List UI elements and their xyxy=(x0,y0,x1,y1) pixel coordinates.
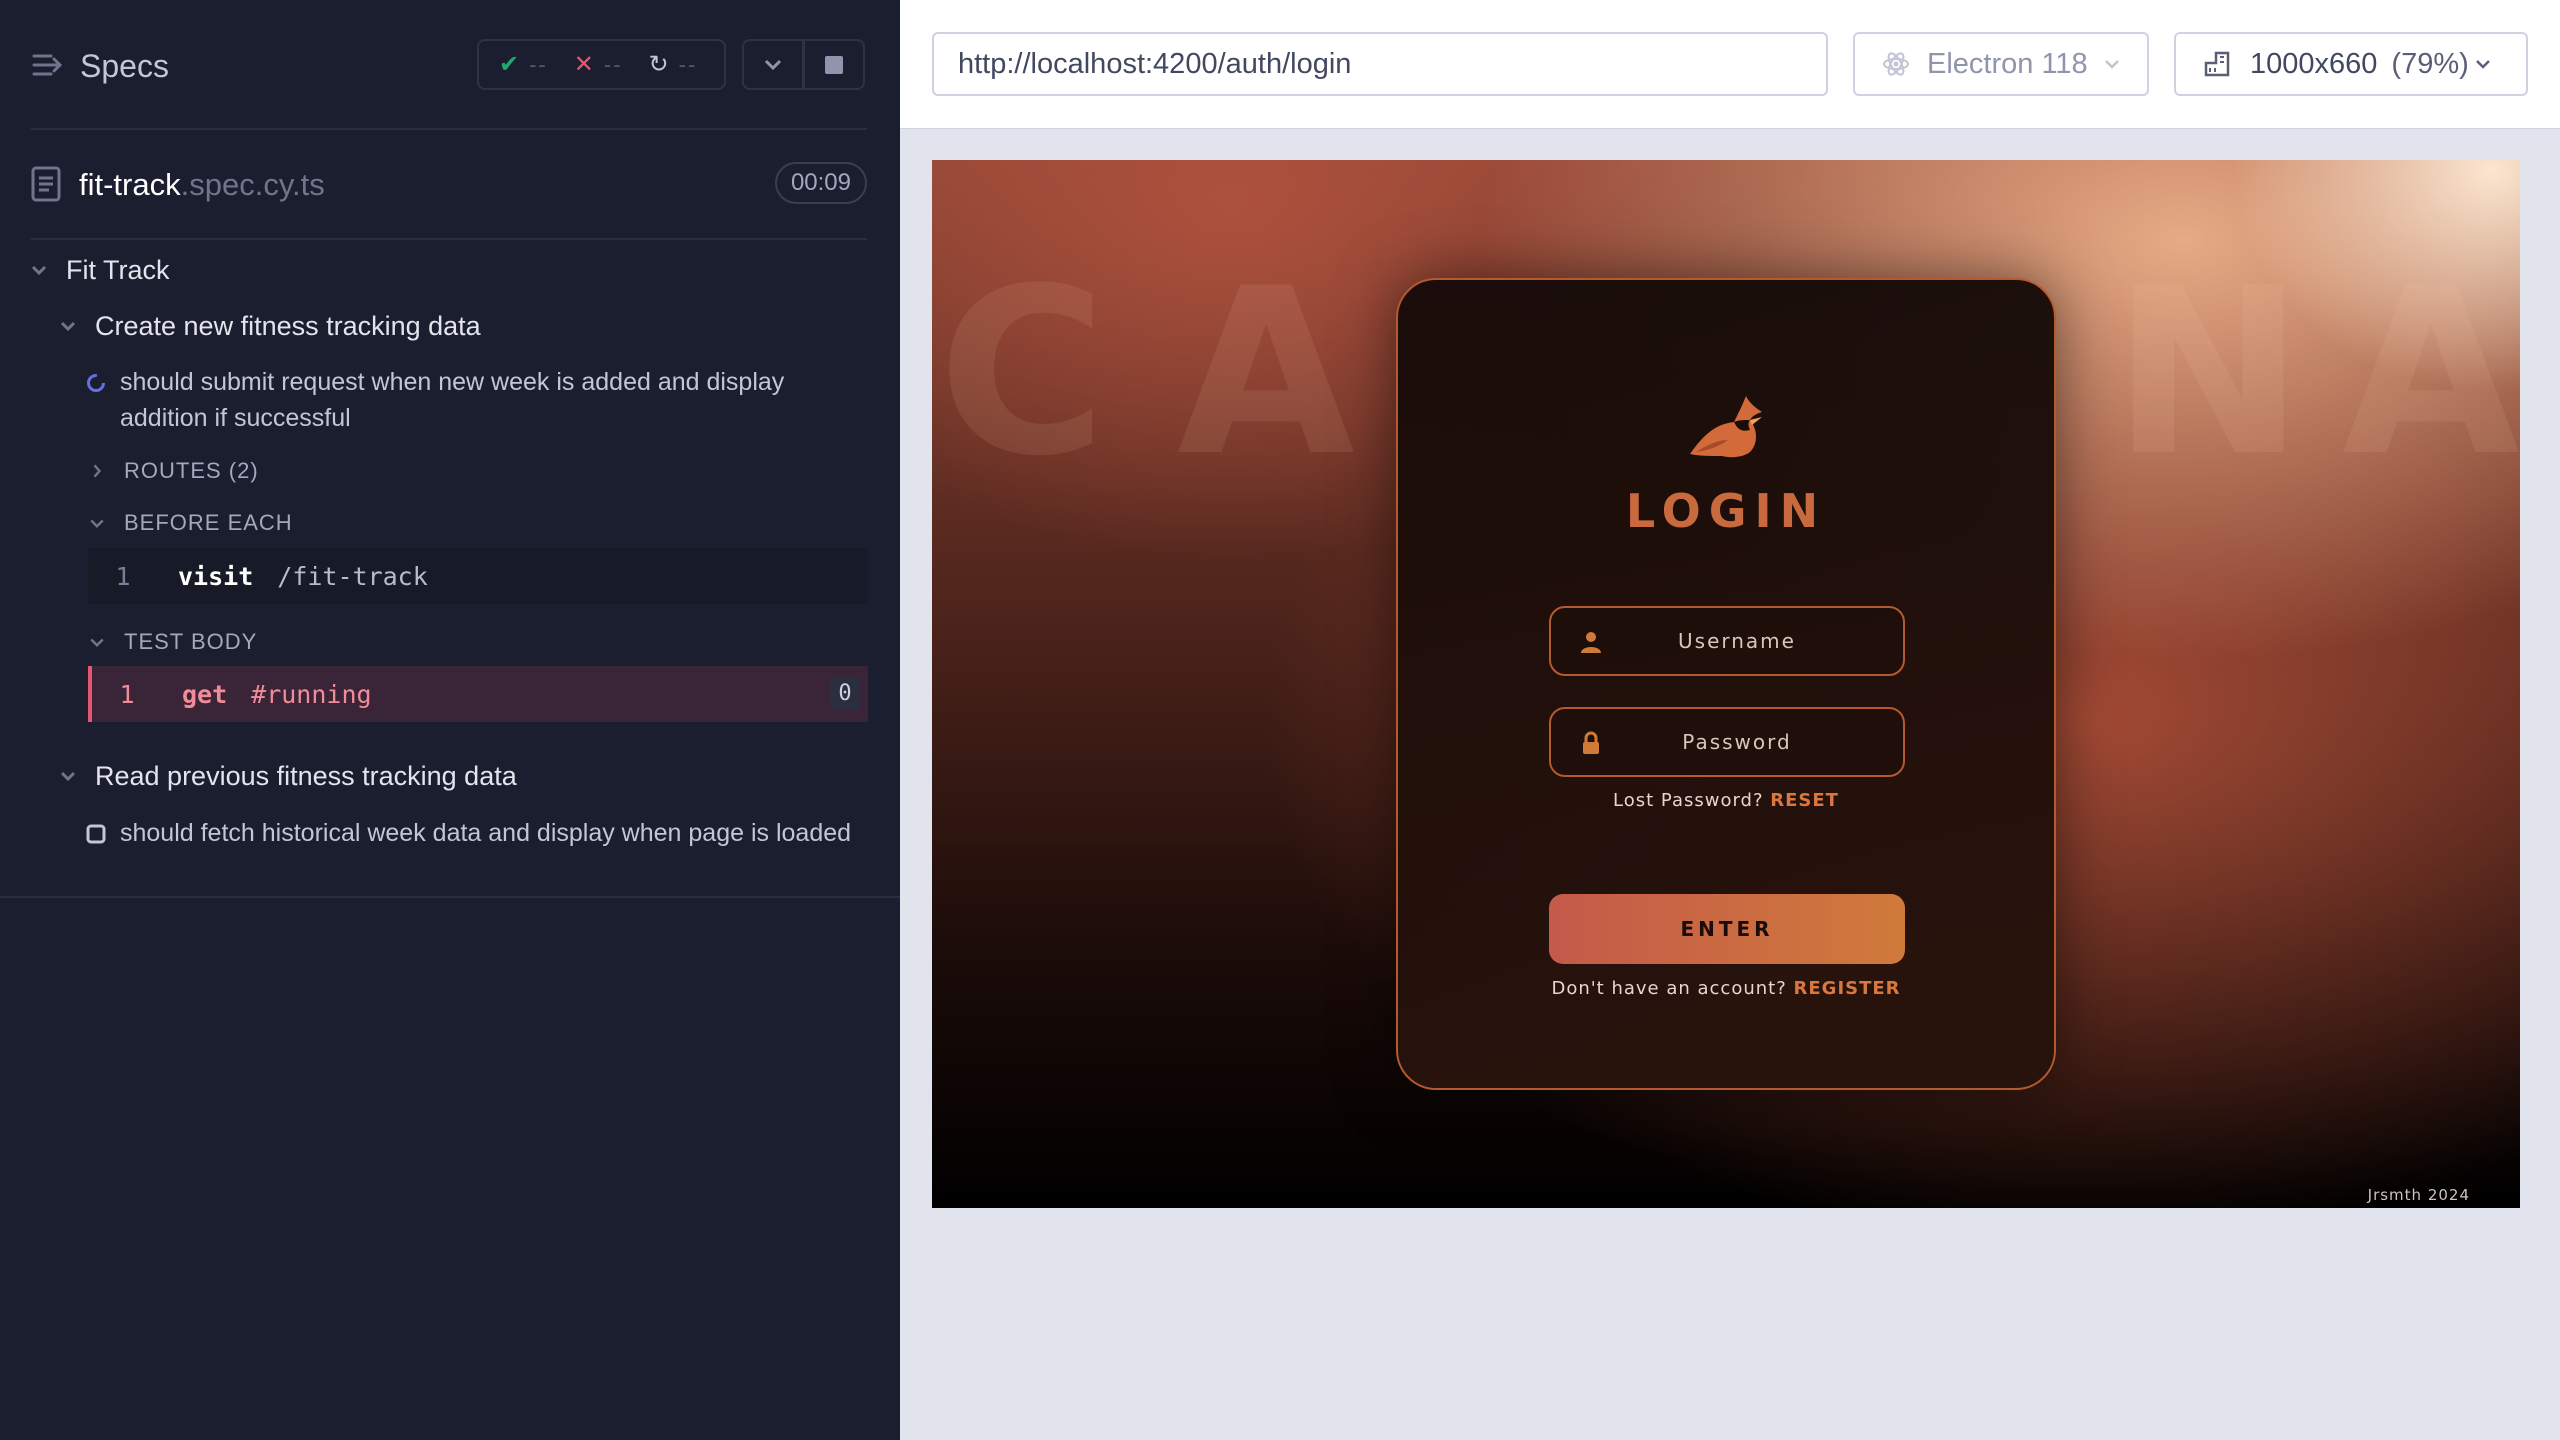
pending-count: -- xyxy=(678,51,698,77)
passed-count: -- xyxy=(529,51,548,77)
document-icon xyxy=(31,166,61,202)
electron-icon xyxy=(1883,52,1909,76)
login-card: LOGIN Lost Password? RESET ENTER xyxy=(1396,278,2056,1090)
password-input[interactable] xyxy=(1611,709,1863,775)
pending-stat: ↻ -- xyxy=(649,50,698,79)
viewport-size: 1000x660 xyxy=(2250,47,2378,80)
command-visit[interactable]: 1 visit /fit-track xyxy=(88,548,868,604)
command-name: visit xyxy=(178,561,254,591)
background-letter: N xyxy=(2112,240,2311,507)
command-number: 1 xyxy=(119,679,135,709)
footer-credit: Jrsmth 2024 xyxy=(2367,1186,2470,1204)
lock-icon xyxy=(1583,731,1599,754)
cardinal-logo-icon xyxy=(1690,396,1762,458)
chevron-down-icon xyxy=(31,265,47,276)
lost-password-line: Lost Password? RESET xyxy=(1398,790,2054,811)
routes-label: ROUTES (2) xyxy=(124,458,259,483)
x-icon: ✕ xyxy=(573,51,594,78)
register-line: Don't have an account? REGISTER xyxy=(1398,978,2054,999)
spec-file-base: fit-track xyxy=(79,167,181,202)
passed-stat: ✔ -- xyxy=(499,50,548,79)
command-number: 1 xyxy=(115,561,131,591)
viewport-scale: (79%) xyxy=(2391,47,2469,80)
lost-password-text: Lost Password? xyxy=(1613,790,1764,811)
specs-label[interactable]: Specs xyxy=(80,48,169,84)
element-count-badge: 0 xyxy=(830,678,860,710)
viewport-selector[interactable]: 1000x660 (79%) xyxy=(2174,32,2528,96)
stats-summary: ✔ -- ✕ -- ↻ -- xyxy=(477,39,726,90)
describe-read-data[interactable]: Read previous fitness tracking data xyxy=(57,758,517,794)
specs-list-icon[interactable] xyxy=(31,48,65,82)
ruler-icon xyxy=(2204,51,2230,77)
failed-stat: ✕ -- xyxy=(574,50,623,79)
running-spinner-icon xyxy=(87,374,105,392)
describe-title: Create new fitness tracking data xyxy=(95,310,481,341)
login-title: LOGIN xyxy=(1625,484,1827,538)
test-body-section[interactable]: TEST BODY xyxy=(88,627,257,657)
chevron-down-icon xyxy=(60,771,76,782)
app-under-test-panel: http://localhost:4200/auth/login Electro… xyxy=(900,0,2560,1440)
suite-fit-track[interactable]: Fit Track xyxy=(28,252,170,288)
chevron-down-icon xyxy=(2475,60,2490,69)
pending-icon: ↻ xyxy=(648,51,669,78)
background-letter: A xyxy=(2342,240,2520,507)
background-letter: C xyxy=(938,240,1113,507)
browser-name: Electron 118 xyxy=(1927,47,2088,80)
describe-title: Read previous fitness tracking data xyxy=(95,760,517,791)
command-message: #running xyxy=(251,679,372,709)
cypress-reporter: Specs ✔ -- ✕ -- ↻ -- fit-track.spec.cy.t… xyxy=(0,0,900,1440)
spec-file-row: fit-track.spec.cy.ts 00:09 xyxy=(31,160,867,210)
chevron-down-icon xyxy=(90,519,104,529)
stop-icon xyxy=(825,55,843,74)
url-bar[interactable]: http://localhost:4200/auth/login xyxy=(932,32,1828,96)
test-fetch-history[interactable]: should fetch historical week data and di… xyxy=(86,815,866,851)
spec-file-ext: .spec.cy.ts xyxy=(180,167,325,202)
command-message: /fit-track xyxy=(277,561,428,591)
pending-square-icon xyxy=(86,824,106,844)
username-field[interactable] xyxy=(1549,606,1905,676)
register-link[interactable]: REGISTER xyxy=(1794,978,1901,999)
enter-button[interactable]: ENTER xyxy=(1549,894,1905,964)
password-field[interactable] xyxy=(1549,707,1905,777)
app-viewport: C A N A LOGIN Username Lost Password? RE… xyxy=(932,160,2520,1208)
chevron-down-icon xyxy=(2104,60,2119,69)
chevron-right-icon xyxy=(93,464,102,478)
chevron-down-icon xyxy=(60,321,76,332)
file-divider xyxy=(31,238,867,240)
test-submit-week[interactable]: should submit request when new week is a… xyxy=(86,364,866,436)
background-letter: A xyxy=(1177,240,1362,507)
test-body-label: TEST BODY xyxy=(124,629,258,654)
header-divider xyxy=(31,128,867,130)
before-each-label: BEFORE EACH xyxy=(124,510,293,535)
before-each-section[interactable]: BEFORE EACH xyxy=(88,508,293,538)
aut-header: http://localhost:4200/auth/login Electro… xyxy=(900,0,2560,129)
reset-link[interactable]: RESET xyxy=(1770,790,1839,811)
failed-count: -- xyxy=(603,51,623,77)
username-input[interactable] xyxy=(1611,608,1863,674)
test-title: should submit request when new week is a… xyxy=(120,368,785,432)
check-icon: ✔ xyxy=(499,51,520,78)
tests-divider xyxy=(0,896,900,898)
routes-section[interactable]: ROUTES (2) xyxy=(88,456,259,486)
test-title: should fetch historical week data and di… xyxy=(120,819,852,847)
chevron-down-icon xyxy=(90,638,104,648)
duration-badge: 00:09 xyxy=(774,162,867,204)
command-name: get xyxy=(182,679,228,709)
expand-collapse-button[interactable] xyxy=(742,39,804,90)
no-account-text: Don't have an account? xyxy=(1551,978,1787,999)
command-get[interactable]: 1 get #running 0 xyxy=(88,666,868,722)
user-icon xyxy=(1581,632,1601,653)
suite-title: Fit Track xyxy=(66,254,170,285)
chevron-down-icon xyxy=(764,59,782,70)
browser-selector[interactable]: Electron 118 xyxy=(1853,32,2149,96)
spec-file-name[interactable]: fit-track.spec.cy.ts xyxy=(79,167,325,203)
stop-button[interactable] xyxy=(803,39,865,90)
reporter-header: Specs ✔ -- ✕ -- ↻ -- xyxy=(0,0,900,130)
describe-create-data[interactable]: Create new fitness tracking data xyxy=(57,308,481,344)
